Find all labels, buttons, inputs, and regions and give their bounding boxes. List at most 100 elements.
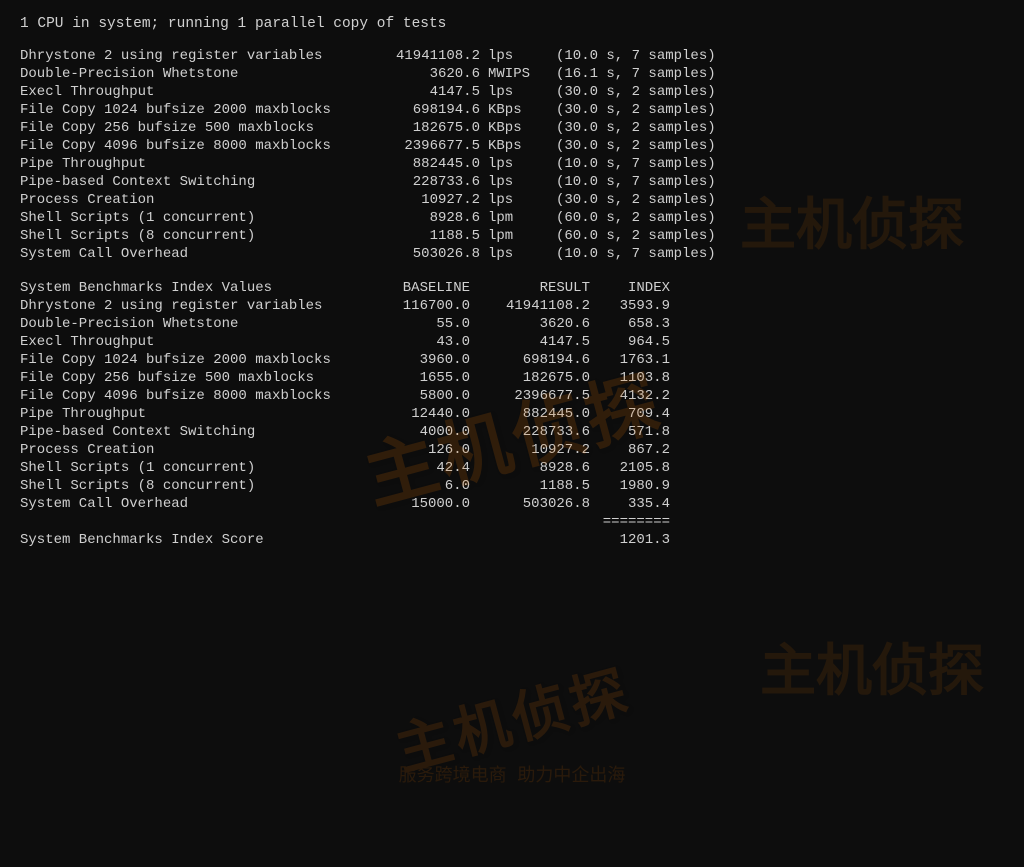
index-table-header: System Benchmarks Index ValuesBASELINERE… bbox=[20, 280, 1004, 296]
benchmark-row: Double-Precision Whetstone3620.6 MWIPS (16… bbox=[20, 66, 1004, 82]
index-row-baseline: 1655.0 bbox=[360, 370, 470, 386]
index-row-result: 41941108.2 bbox=[470, 298, 590, 314]
bench-samples: (30.0 s, 2 samples) bbox=[556, 120, 716, 136]
index-header-col4: INDEX bbox=[590, 280, 670, 296]
index-row-baseline: 3960.0 bbox=[360, 352, 470, 368]
bench-name: Double-Precision Whetstone bbox=[20, 66, 360, 82]
benchmark-row: Pipe-based Context Switching228733.6lps(… bbox=[20, 174, 1004, 190]
bench-samples: (10.0 s, 7 samples) bbox=[556, 174, 716, 190]
benchmark-row: Pipe Throughput882445.0lps(10.0 s, 7 sam… bbox=[20, 156, 1004, 172]
bench-samples: (30.0 s, 2 samples) bbox=[556, 192, 716, 208]
index-header-col3: RESULT bbox=[470, 280, 590, 296]
bench-name: System Call Overhead bbox=[20, 246, 360, 262]
bench-unit: lps bbox=[488, 156, 548, 172]
watermark-right-bottom: 主机侦探 bbox=[760, 626, 984, 707]
bench-value: 3620.6 bbox=[360, 66, 480, 82]
index-row-index: 1763.1 bbox=[590, 352, 670, 368]
bench-unit: lps bbox=[488, 192, 548, 208]
bench-samples: (30.0 s, 2 samples) bbox=[556, 84, 716, 100]
index-row-index: 335.4 bbox=[590, 496, 670, 512]
watermark-bottom-center: 主机侦探 服务跨境电商 助力中企出海 bbox=[392, 676, 632, 787]
index-row-result: 1188.5 bbox=[470, 478, 590, 494]
benchmark-row: Shell Scripts (1 concurrent)8928.6 lpm (60… bbox=[20, 210, 1004, 226]
bench-unit: MWIPS bbox=[488, 66, 548, 82]
benchmark-list: Dhrystone 2 using register variables4194… bbox=[20, 48, 1004, 262]
benchmark-row: File Copy 256 bufsize 500 maxblocks18267… bbox=[20, 120, 1004, 136]
index-row: Dhrystone 2 using register variables1167… bbox=[20, 298, 1004, 314]
index-row-name: File Copy 1024 bufsize 2000 maxblocks bbox=[20, 352, 360, 368]
benchmark-row: Shell Scripts (8 concurrent)1188.5lpm(60… bbox=[20, 228, 1004, 244]
bench-name: Process Creation bbox=[20, 192, 360, 208]
index-row: Pipe-based Context Switching4000.0228733… bbox=[20, 424, 1004, 440]
bench-value: 1188.5 bbox=[360, 228, 480, 244]
benchmark-row: Dhrystone 2 using register variables4194… bbox=[20, 48, 1004, 64]
bench-samples: (30.0 s, 2 samples) bbox=[556, 102, 716, 118]
index-row-name: Shell Scripts (8 concurrent) bbox=[20, 478, 360, 494]
bench-unit: lpm bbox=[488, 228, 548, 244]
index-row-baseline: 116700.0 bbox=[360, 298, 470, 314]
index-row: File Copy 4096 bufsize 8000 maxblocks580… bbox=[20, 388, 1004, 404]
bench-name: Shell Scripts (8 concurrent) bbox=[20, 228, 360, 244]
final-score-value: 1201.3 bbox=[590, 532, 670, 548]
index-header-col1: System Benchmarks Index Values bbox=[20, 280, 360, 296]
index-row: Double-Precision Whetstone55.03620.6658.… bbox=[20, 316, 1004, 332]
index-row-result: 8928.6 bbox=[470, 460, 590, 476]
index-row-name: Process Creation bbox=[20, 442, 360, 458]
index-row-result: 3620.6 bbox=[470, 316, 590, 332]
index-row-result: 10927.2 bbox=[470, 442, 590, 458]
index-row-index: 709.4 bbox=[590, 406, 670, 422]
benchmark-row: Process Creation10927.2 lps (30.0 s, 2 sam… bbox=[20, 192, 1004, 208]
index-row-index: 3593.9 bbox=[590, 298, 670, 314]
bench-unit: lps bbox=[488, 246, 548, 262]
index-row: Execl Throughput43.04147.5964.5 bbox=[20, 334, 1004, 350]
index-row-name: Pipe Throughput bbox=[20, 406, 360, 422]
index-row-name: Double-Precision Whetstone bbox=[20, 316, 360, 332]
bench-name: File Copy 4096 bufsize 8000 maxblocks bbox=[20, 138, 360, 154]
index-header-col2: BASELINE bbox=[360, 280, 470, 296]
bench-value: 503026.8 bbox=[360, 246, 480, 262]
bench-unit: lps bbox=[488, 84, 548, 100]
index-row-result: 2396677.5 bbox=[470, 388, 590, 404]
bench-value: 698194.6 bbox=[360, 102, 480, 118]
index-row-name: File Copy 4096 bufsize 8000 maxblocks bbox=[20, 388, 360, 404]
bench-value: 182675.0 bbox=[360, 120, 480, 136]
index-row-index: 964.5 bbox=[590, 334, 670, 350]
bench-unit: lps bbox=[488, 48, 548, 64]
index-row-result: 4147.5 bbox=[470, 334, 590, 350]
bench-value: 10927.2 bbox=[360, 192, 480, 208]
bench-name: File Copy 1024 bufsize 2000 maxblocks bbox=[20, 102, 360, 118]
index-row: System Call Overhead15000.0503026.8335.4 bbox=[20, 496, 1004, 512]
index-row-baseline: 4000.0 bbox=[360, 424, 470, 440]
bench-unit: lps bbox=[488, 174, 548, 190]
final-score-name: System Benchmarks Index Score bbox=[20, 532, 360, 548]
bench-name: Shell Scripts (1 concurrent) bbox=[20, 210, 360, 226]
index-row-name: Shell Scripts (1 concurrent) bbox=[20, 460, 360, 476]
benchmark-row: System Call Overhead503026.8lps(10.0 s, … bbox=[20, 246, 1004, 262]
index-row-index: 571.8 bbox=[590, 424, 670, 440]
bench-unit: KBps bbox=[488, 120, 548, 136]
bench-samples: (30.0 s, 2 samples) bbox=[556, 138, 716, 154]
bench-unit: lpm bbox=[488, 210, 548, 226]
watermark-bottom-text: 主机侦探 bbox=[386, 646, 639, 786]
index-row: Pipe Throughput12440.0882445.0709.4 bbox=[20, 406, 1004, 422]
bench-unit: KBps bbox=[488, 102, 548, 118]
bench-value: 41941108.2 bbox=[360, 48, 480, 64]
index-row-baseline: 6.0 bbox=[360, 478, 470, 494]
bench-value: 4147.5 bbox=[360, 84, 480, 100]
bench-value: 8928.6 bbox=[360, 210, 480, 226]
index-row-index: 1103.8 bbox=[590, 370, 670, 386]
separator-equals: ======== bbox=[590, 514, 670, 530]
separator-row: ======== bbox=[20, 514, 1004, 530]
bench-name: File Copy 256 bufsize 500 maxblocks bbox=[20, 120, 360, 136]
bench-name: Execl Throughput bbox=[20, 84, 360, 100]
index-row-result: 698194.6 bbox=[470, 352, 590, 368]
bench-samples: (60.0 s, 2 samples) bbox=[556, 210, 716, 226]
index-row-baseline: 55.0 bbox=[360, 316, 470, 332]
index-row-name: Execl Throughput bbox=[20, 334, 360, 350]
index-row: Process Creation126.010927.2867.2 bbox=[20, 442, 1004, 458]
bench-samples: (16.1 s, 7 samples) bbox=[556, 66, 716, 82]
index-row-result: 182675.0 bbox=[470, 370, 590, 386]
benchmark-row: File Copy 1024 bufsize 2000 maxblocks698… bbox=[20, 102, 1004, 118]
benchmark-row: Execl Throughput4147.5 lps (30.0 s, 2 samp… bbox=[20, 84, 1004, 100]
index-row-baseline: 5800.0 bbox=[360, 388, 470, 404]
